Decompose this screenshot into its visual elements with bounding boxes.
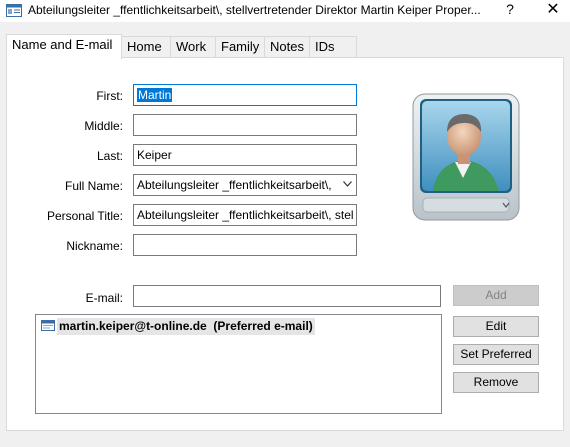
personal-title-label: Personal Title: xyxy=(46,209,123,223)
name-and-email-panel: First: Martin Middle: Last: Keiper Full … xyxy=(6,57,564,431)
contact-photo-icon[interactable] xyxy=(411,92,521,222)
nickname-label: Nickname: xyxy=(66,239,123,253)
full-name-combo[interactable]: Abteilungsleiter _ffentlichkeitsarbeit\, xyxy=(133,174,357,196)
tab-ids[interactable]: IDs xyxy=(309,36,357,58)
email-address: martin.keiper@t-online.de xyxy=(59,319,207,333)
close-button[interactable]: ✕ xyxy=(540,0,566,21)
email-field[interactable] xyxy=(133,285,441,307)
window-title: Abteilungsleiter _ffentlichkeitsarbeit\,… xyxy=(28,3,481,17)
tab-home[interactable]: Home xyxy=(121,36,171,58)
last-name-field[interactable]: Keiper xyxy=(133,144,357,166)
tab-name-and-email[interactable]: Name and E-mail xyxy=(6,34,122,59)
contact-card-icon xyxy=(6,4,22,17)
chevron-down-icon[interactable] xyxy=(343,181,352,187)
first-name-value: Martin xyxy=(137,88,173,102)
email-icon xyxy=(41,320,55,331)
email-list[interactable]: martin.keiper@t-online.de (Preferred e-m… xyxy=(35,314,442,414)
remove-email-button[interactable]: Remove xyxy=(453,372,539,393)
first-name-label: First: xyxy=(96,89,123,103)
first-name-field[interactable]: Martin xyxy=(133,84,357,106)
middle-name-field[interactable] xyxy=(133,114,357,136)
last-name-label: Last: xyxy=(96,149,123,163)
email-entry-text: martin.keiper@t-online.de (Preferred e-m… xyxy=(59,319,313,333)
full-name-value: Abteilungsleiter _ffentlichkeitsarbeit\, xyxy=(137,178,332,192)
title-bar: Abteilungsleiter _ffentlichkeitsarbeit\,… xyxy=(0,0,570,22)
help-button[interactable]: ? xyxy=(500,1,520,21)
add-email-button[interactable]: Add xyxy=(453,285,539,306)
email-tag: (Preferred e-mail) xyxy=(206,319,313,333)
personal-title-field[interactable]: Abteilungsleiter _ffentlichkeitsarbeit\,… xyxy=(133,204,357,226)
tab-family[interactable]: Family xyxy=(215,36,265,58)
email-label: E-mail: xyxy=(85,291,123,305)
edit-email-button[interactable]: Edit xyxy=(453,316,539,337)
nickname-field[interactable] xyxy=(133,234,357,256)
tab-notes[interactable]: Notes xyxy=(264,36,310,58)
full-name-label: Full Name: xyxy=(64,179,123,193)
set-preferred-button[interactable]: Set Preferred xyxy=(453,344,539,365)
middle-name-label: Middle: xyxy=(84,119,123,133)
tab-work[interactable]: Work xyxy=(170,36,216,58)
